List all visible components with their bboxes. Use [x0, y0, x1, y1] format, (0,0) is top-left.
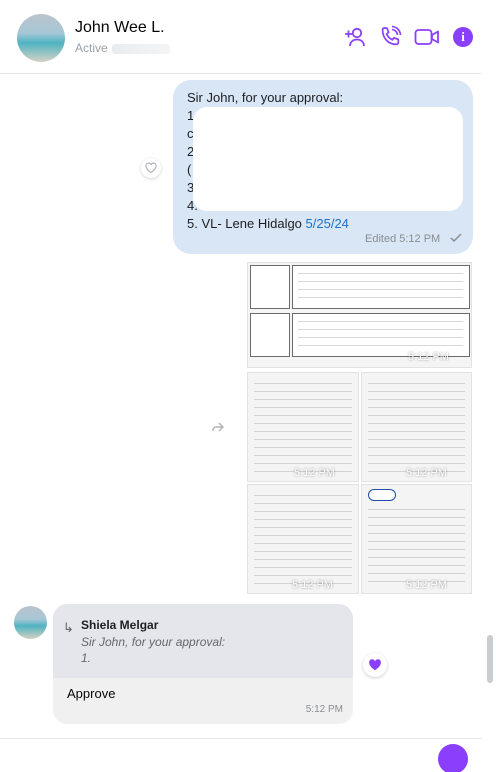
sender-avatar[interactable] — [14, 606, 47, 639]
video-icon[interactable] — [414, 24, 440, 50]
reply-sender: Shiela Melgar — [81, 618, 159, 632]
doc-box — [250, 313, 290, 357]
doc-box — [250, 265, 290, 309]
quoted-text-truncated: 1. — [81, 651, 92, 665]
image-attachment[interactable]: 5:12 PM — [247, 262, 472, 368]
heart-reaction[interactable] — [363, 653, 387, 677]
image-timestamp: 5:12 PM — [292, 579, 333, 591]
image-timestamp: 5:12 PM — [406, 467, 447, 479]
message-line-text: 5. VL- Lene Hidalgo — [187, 216, 306, 231]
react-button[interactable] — [141, 158, 161, 178]
reply-arrow-icon: ↳ — [63, 620, 74, 635]
doc-text — [254, 379, 352, 475]
outgoing-message-bubble[interactable]: Sir John, for your approval: 1 c 2 ( 3 4… — [173, 80, 473, 254]
composer-action-button[interactable] — [438, 744, 468, 772]
conversation-header: John Wee L. Active i — [0, 0, 482, 74]
image-timestamp: 5:12 PM — [406, 579, 447, 591]
redacted-content — [193, 107, 463, 211]
message-timestamp: 5:12 PM — [305, 704, 343, 715]
image-attachment[interactable]: 5:12 PM — [361, 372, 472, 482]
phone-icon[interactable] — [377, 24, 403, 50]
edited-timestamp: Edited 5:12 PM — [365, 233, 441, 245]
add-person-icon[interactable] — [342, 24, 368, 50]
quoted-text: Sir John, for your approval: — [81, 635, 226, 649]
logo-mark — [368, 489, 396, 501]
contact-status: Active — [75, 41, 170, 55]
heart-outline-icon — [145, 162, 157, 174]
status-text: Active — [75, 41, 108, 55]
date-link[interactable]: 5/25/24 — [306, 216, 349, 231]
doc-text — [298, 317, 463, 353]
message-line: ( — [187, 162, 192, 177]
sent-check-icon — [450, 233, 462, 243]
image-attachment[interactable]: 5:12 PM — [247, 484, 359, 594]
info-icon[interactable]: i — [453, 27, 473, 47]
message-line-last: 5. VL- Lene Hidalgo 5/25/24 — [187, 216, 349, 231]
message-line: Sir John, for your approval: — [187, 90, 344, 105]
share-button[interactable] — [207, 416, 229, 438]
image-attachment[interactable]: 5:12 PM — [247, 372, 359, 482]
forward-icon — [212, 422, 224, 432]
doc-text — [254, 491, 352, 587]
doc-text — [298, 269, 463, 305]
image-timestamp: 5:12 PM — [294, 467, 335, 479]
composer-divider — [0, 738, 482, 739]
image-timestamp: 5:12 PM — [408, 351, 449, 363]
heart-icon — [369, 659, 381, 671]
redacted-status-detail — [111, 43, 170, 54]
contact-avatar[interactable] — [17, 14, 65, 62]
scrollbar-thumb[interactable] — [487, 635, 493, 683]
image-attachment[interactable]: 5:12 PM — [361, 484, 472, 594]
doc-text — [368, 505, 465, 587]
message-text: Approve — [67, 686, 116, 701]
incoming-message-bubble[interactable]: Approve 5:12 PM — [53, 678, 353, 724]
quoted-reply[interactable]: ↳ Shiela Melgar Sir John, for your appro… — [53, 604, 353, 680]
doc-text — [368, 379, 465, 475]
contact-name[interactable]: John Wee L. — [75, 19, 165, 37]
